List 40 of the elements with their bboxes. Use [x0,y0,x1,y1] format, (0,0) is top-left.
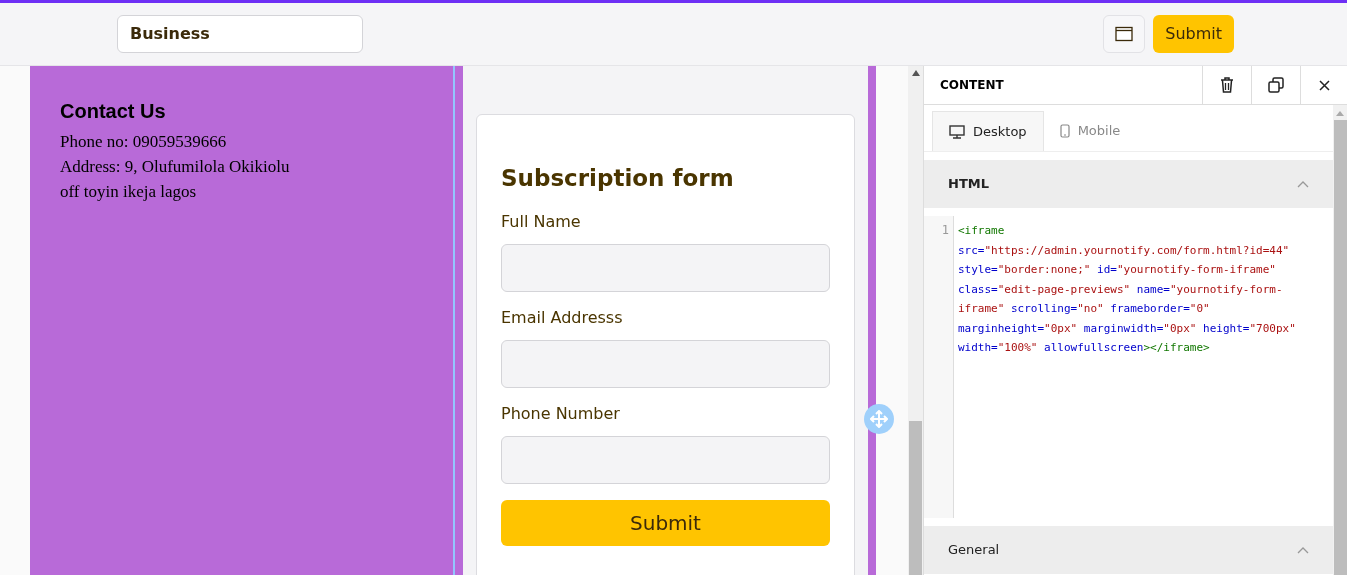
input-field[interactable] [501,243,830,292]
close-icon [1318,79,1330,91]
form-title: Subscription form [501,164,735,193]
copy-icon [1268,77,1284,93]
window-icon [1115,26,1134,42]
canvas-scrollbar[interactable] [908,66,923,575]
field-label: Email Addresss [501,306,624,329]
panel-scrollbar[interactable] [1333,105,1347,575]
preview-button[interactable] [1103,15,1146,53]
field-label: Full Name [501,210,582,233]
trash-icon [1220,77,1234,93]
page-name-field[interactable]: Business [117,15,363,53]
scroll-up-icon [911,70,920,76]
move-icon [870,410,888,428]
input-field[interactable] [501,435,830,484]
code-line: width="100%" allowfullscreen></iframe> [958,340,1211,356]
section-header[interactable]: General [924,526,1333,574]
contact-title: Contact Us [60,99,167,124]
field-label: Phone Number [501,402,621,425]
move-handle[interactable] [864,404,894,434]
contact-text: Phone no: 09059539666 [60,131,228,153]
code-line: class="edit-page-previews" name="yournotify-form- [958,281,1284,298]
panel-title: CONTENT [939,77,1005,94]
form-submit-button[interactable]: Submit [501,499,830,546]
phone-icon [1059,124,1070,138]
code-line: marginheight="0px" marginwidth="0px" height="700px" [958,320,1296,337]
scroll-up-icon [1336,111,1344,116]
input-field[interactable] [501,339,830,388]
monitor-icon [949,124,965,139]
submit-button[interactable]: Submit [1153,15,1234,53]
device-tab[interactable]: Mobile [1043,111,1137,151]
section-header[interactable]: HTML [924,160,1333,208]
code-line: style="border:none;" id="yournotify-form-iframe" [958,262,1277,278]
line-number: 1 [941,222,949,239]
contact-text: off toyin ikeja lagos [60,181,198,203]
code-line: <iframe [958,223,1006,239]
code-line: src="https://admin.yournotify.com/form.html?id=44" [958,242,1291,259]
code-line: iframe" scrolling="no" frameborder="0" [958,301,1211,317]
device-tab[interactable]: Desktop [932,111,1044,151]
contact-text: Address: 9, Olufumilola Okikiolu [60,156,291,178]
